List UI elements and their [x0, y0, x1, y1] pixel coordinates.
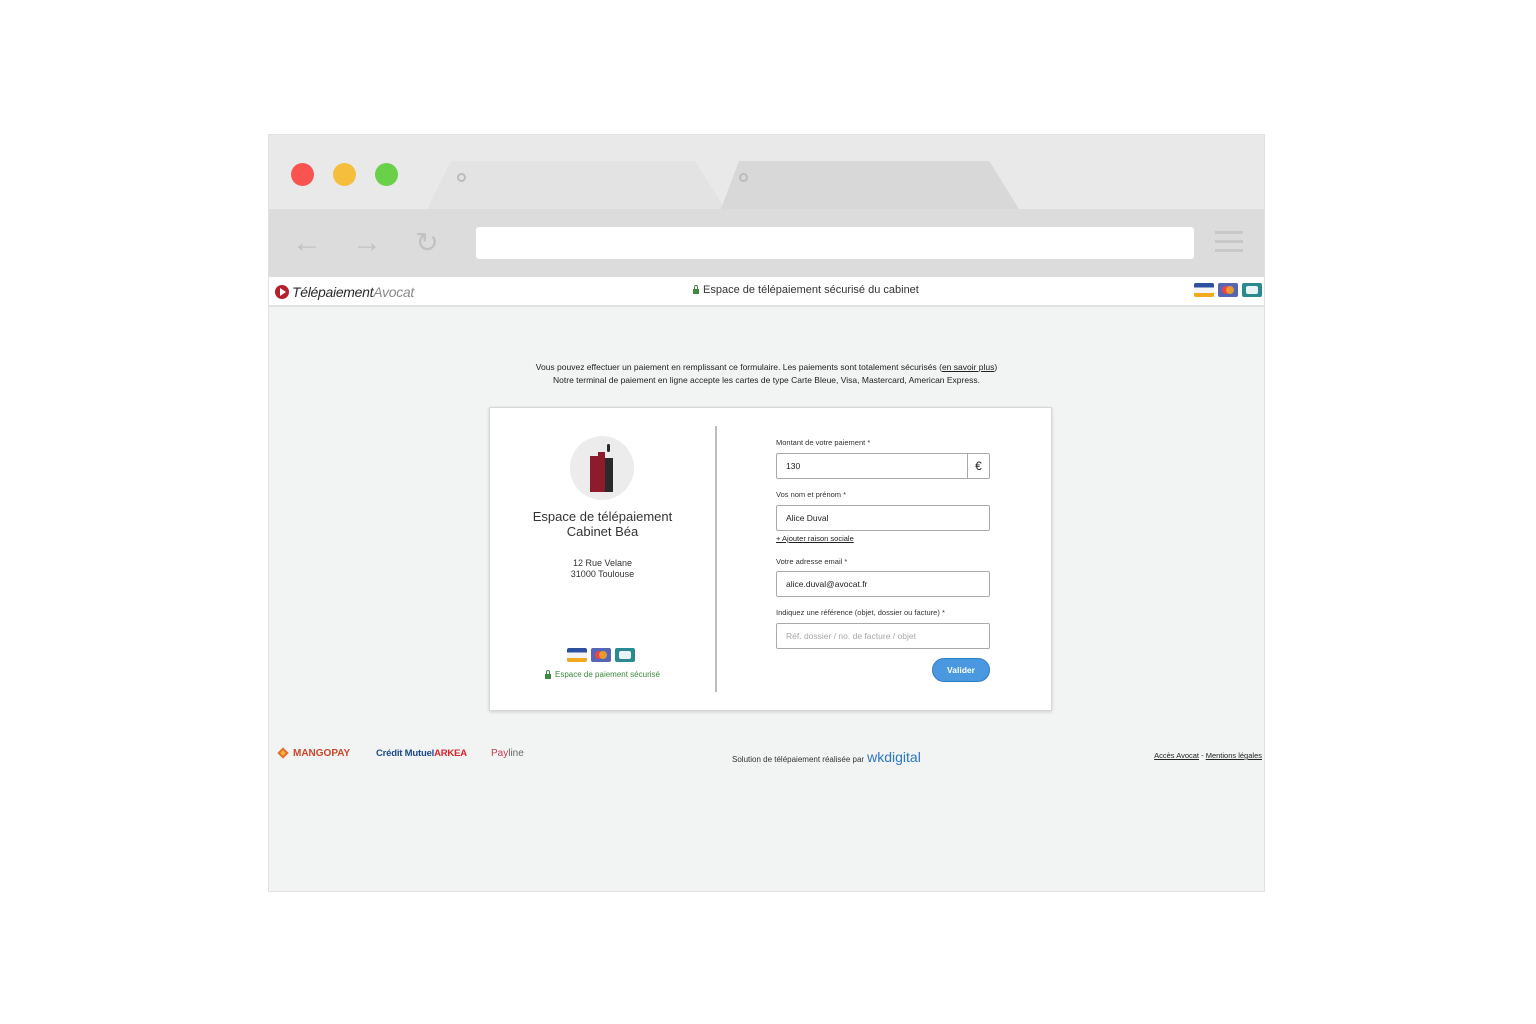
acces-avocat-link[interactable]: Accès Avocat	[1154, 751, 1199, 760]
mentions-legales-link[interactable]: Mentions légales	[1206, 751, 1262, 760]
intro-text: Vous pouvez effectuer un paiement en rem…	[269, 361, 1264, 387]
forward-arrow-icon[interactable]: →	[351, 227, 383, 259]
mastercard-icon	[1218, 283, 1238, 297]
arkea-text: ARKEA	[434, 748, 467, 759]
intro-line2: Notre terminal de paiement en ligne acce…	[553, 375, 980, 385]
required-mark: *	[843, 490, 847, 499]
amount-label-text: Montant de votre paiement	[776, 438, 866, 447]
reference-label: Indiquez une référence (objet, dossier o…	[776, 608, 945, 617]
carte-bleue-icon	[1242, 283, 1262, 297]
address-line1: 12 Rue Velane	[572, 558, 633, 568]
panel-divider	[715, 426, 717, 692]
wk-text: wk	[867, 749, 885, 765]
address-bar[interactable]	[476, 227, 1194, 259]
browser-window: ← → ↻ Télépaiement Avocat Espace de télép…	[268, 134, 1265, 892]
lock-icon	[693, 285, 699, 294]
required-mark: *	[844, 557, 848, 566]
credit-mutuel-logo: Crédit MutuelARKEA	[376, 748, 467, 759]
name-input[interactable]: Alice Duval	[776, 505, 990, 531]
mangopay-logo: MANGOPAY	[277, 747, 350, 759]
mangopay-text: MANGOPAY	[293, 747, 351, 759]
accepted-cards	[1194, 283, 1262, 297]
play-icon	[275, 285, 289, 299]
minimize-window-button[interactable]	[333, 163, 356, 186]
browser-tab-active[interactable]	[427, 161, 725, 209]
name-label: Vos nom et prénom *	[776, 490, 846, 499]
payline-text-a: Pay	[491, 748, 509, 759]
firm-title-line2: Cabinet Béa	[566, 524, 639, 539]
carte-bleue-icon	[615, 648, 635, 662]
tab-close-icon[interactable]	[739, 173, 748, 182]
logo-text-main: Télépaiement	[292, 284, 374, 300]
email-input[interactable]: alice.duval@avocat.fr	[776, 571, 990, 597]
wkdigital-logo[interactable]: wkdigital	[867, 749, 921, 765]
secure-note-text: Espace de paiement sécurisé	[555, 670, 660, 679]
payment-panel: Espace de télépaiement Cabinet Béa 12 Ru…	[489, 407, 1052, 711]
required-mark: *	[941, 608, 945, 617]
amount-input[interactable]: 130	[776, 453, 968, 479]
solution-credit: Solution de télépaiement réalisée par wk…	[732, 749, 921, 765]
mastercard-icon	[591, 648, 611, 662]
site-logo[interactable]: Télépaiement Avocat	[275, 282, 414, 302]
logo-text-sub: Avocat	[373, 284, 414, 300]
reload-icon[interactable]: ↻	[411, 227, 443, 259]
firm-title: Espace de télépaiement Cabinet Béa	[500, 509, 705, 539]
amount-label: Montant de votre paiement *	[776, 438, 870, 447]
browser-titlebar	[269, 135, 1264, 209]
legal-links: Accès Avocat - Mentions légales	[1154, 751, 1262, 760]
add-company-link[interactable]: + Ajouter raison sociale	[776, 534, 854, 543]
firm-logo	[570, 436, 634, 500]
submit-button[interactable]: Valider	[932, 658, 990, 682]
close-window-button[interactable]	[291, 163, 314, 186]
learn-more-link[interactable]: en savoir plus	[942, 362, 994, 372]
address-line2: 31000 Toulouse	[570, 569, 635, 579]
hamburger-menu-icon[interactable]	[1215, 231, 1243, 255]
back-arrow-icon[interactable]: ←	[291, 227, 323, 259]
name-label-text: Vos nom et prénom	[776, 490, 842, 499]
email-label-text: Votre adresse email	[776, 557, 843, 566]
visa-card-icon	[1194, 283, 1214, 297]
reference-label-text: Indiquez une référence (objet, dossier o…	[776, 608, 940, 617]
payline-logo: Payline	[491, 748, 524, 759]
secure-space-title: Espace de télépaiement sécurisé du cabin…	[693, 284, 919, 296]
solution-text: Solution de télépaiement réalisée par	[732, 755, 865, 764]
secure-payment-note: Espace de paiement sécurisé	[500, 669, 705, 679]
page-footer: MANGOPAY Crédit MutuelARKEA Payline Solu…	[269, 741, 1264, 766]
firm-title-line1: Espace de télépaiement	[532, 509, 673, 524]
currency-addon: €	[967, 453, 990, 479]
accepted-cards-panel	[567, 648, 635, 662]
browser-toolbar: ← → ↻	[269, 209, 1264, 277]
maximize-window-button[interactable]	[375, 163, 398, 186]
email-label: Votre adresse email *	[776, 557, 847, 566]
intro-line1-end: )	[994, 362, 998, 372]
intro-line1: Vous pouvez effectuer un paiement en rem…	[535, 362, 942, 372]
required-mark: *	[867, 438, 871, 447]
visa-card-icon	[567, 648, 587, 662]
reference-input[interactable]: Réf. dossier / no. de facture / objet	[776, 623, 990, 649]
cm-text: Crédit Mutuel	[376, 748, 435, 759]
payline-text-b: line	[508, 748, 524, 759]
secure-title-text: Espace de télépaiement sécurisé du cabin…	[703, 284, 919, 296]
link-separator: -	[1201, 751, 1204, 760]
lock-icon	[545, 669, 552, 679]
digital-text: digital	[884, 749, 921, 765]
site-header: Télépaiement Avocat Espace de télépaiemen…	[269, 277, 1264, 307]
firm-address: 12 Rue Velane 31000 Toulouse	[500, 558, 705, 580]
tab-close-icon[interactable]	[457, 173, 466, 182]
browser-tab[interactable]	[721, 161, 1019, 209]
mangopay-icon	[277, 747, 289, 759]
